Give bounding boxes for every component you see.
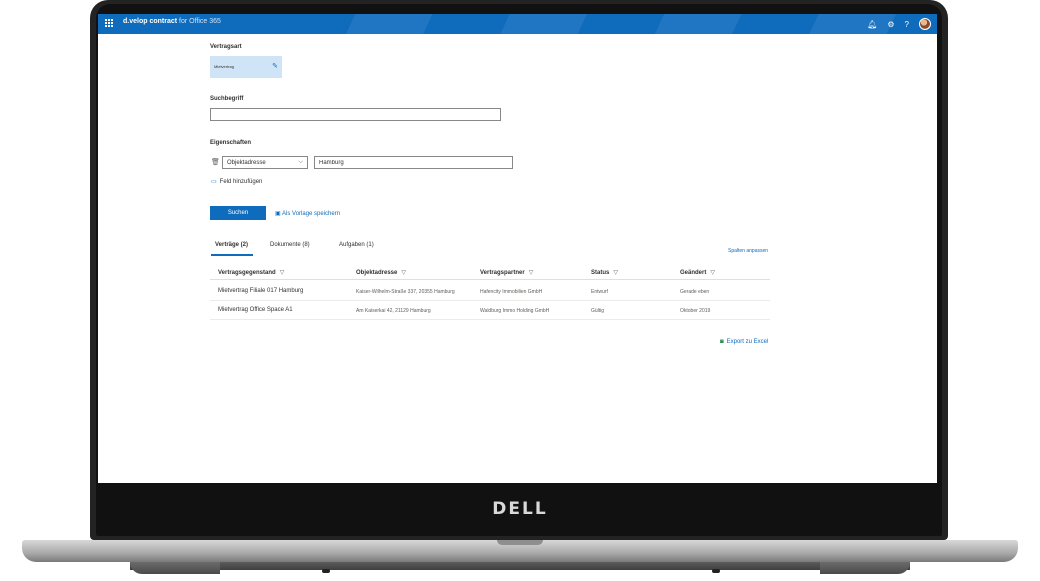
- contract-type-value: Mietvertrag: [214, 64, 235, 69]
- laptop-foot-right: [820, 562, 910, 574]
- app-title: d.velop contract for Office 365: [123, 18, 221, 25]
- search-button[interactable]: Suchen: [210, 206, 266, 220]
- gear-icon[interactable]: ⚙: [887, 20, 894, 29]
- filter-icon: ▽: [710, 270, 715, 276]
- edit-icon[interactable]: ✎: [272, 62, 278, 70]
- contract-type-label: Vertragsart: [210, 44, 242, 50]
- tab-documents[interactable]: Dokumente (8): [270, 242, 310, 248]
- table-row[interactable]: Mietvertrag Filiale 017 Hamburg Kaiser-W…: [210, 282, 770, 301]
- app-bar: d.velop contract for Office 365 🔔︎ ⚙ ?: [98, 14, 937, 34]
- excel-icon: ◙: [720, 339, 724, 345]
- active-tab-indicator: [211, 254, 253, 256]
- app-screen: d.velop contract for Office 365 🔔︎ ⚙ ? V…: [98, 14, 937, 483]
- property-select[interactable]: Objektadresse ⌵: [222, 156, 308, 169]
- filter-icon: ▽: [613, 270, 618, 276]
- column-header[interactable]: Vertragsgegenstand ▽: [218, 269, 284, 276]
- chevron-down-icon: ⌵: [298, 159, 303, 165]
- help-icon[interactable]: ?: [905, 20, 909, 29]
- tab-tasks[interactable]: Aufgaben (1): [339, 242, 374, 248]
- app-launcher-icon[interactable]: [105, 19, 114, 28]
- save-template-link[interactable]: ▣ Als Vorlage speichern: [275, 210, 340, 217]
- search-input[interactable]: [210, 108, 501, 121]
- table-header: Vertragsgegenstand ▽ Objektadresse ▽ Vertr…: [210, 264, 770, 280]
- customize-columns-link[interactable]: Spalten anpassen: [728, 248, 768, 254]
- column-header[interactable]: Status ▽: [591, 269, 618, 276]
- save-icon: ▣: [275, 211, 281, 217]
- laptop-underside: [130, 562, 910, 570]
- laptop-notch: [497, 540, 543, 545]
- filter-icon: ▽: [528, 270, 534, 276]
- tab-contracts[interactable]: Verträge (2): [215, 242, 248, 248]
- trash-icon[interactable]: 🗑︎: [211, 158, 220, 166]
- table-row[interactable]: Mietvertrag Office Space A1 Am Kaiserkai…: [210, 301, 770, 320]
- contract-type-tile[interactable]: Mietvertrag ✎: [210, 56, 282, 78]
- laptop-foot-left: [130, 562, 220, 574]
- avatar[interactable]: [919, 18, 931, 30]
- column-header[interactable]: Vertragspartner ▽: [480, 269, 533, 276]
- add-field-link[interactable]: ▭ Feld hinzufügen: [211, 178, 262, 185]
- filter-icon: ▽: [401, 270, 406, 276]
- column-header[interactable]: Objektadresse ▽: [356, 269, 406, 276]
- comment-add-icon: ▭: [211, 179, 217, 185]
- filter-icon: ▽: [279, 270, 285, 276]
- property-value-input[interactable]: [314, 156, 513, 169]
- search-label: Suchbegriff: [210, 96, 244, 102]
- laptop-screw: [322, 569, 330, 573]
- export-excel-link[interactable]: ◙ Export zu Excel: [720, 339, 768, 345]
- properties-label: Eigenschaften: [210, 140, 252, 146]
- bell-icon[interactable]: 🔔︎: [867, 20, 877, 29]
- dell-logo: DELL: [492, 499, 548, 519]
- laptop-screw: [712, 569, 720, 573]
- column-header[interactable]: Geändert ▽: [680, 269, 715, 276]
